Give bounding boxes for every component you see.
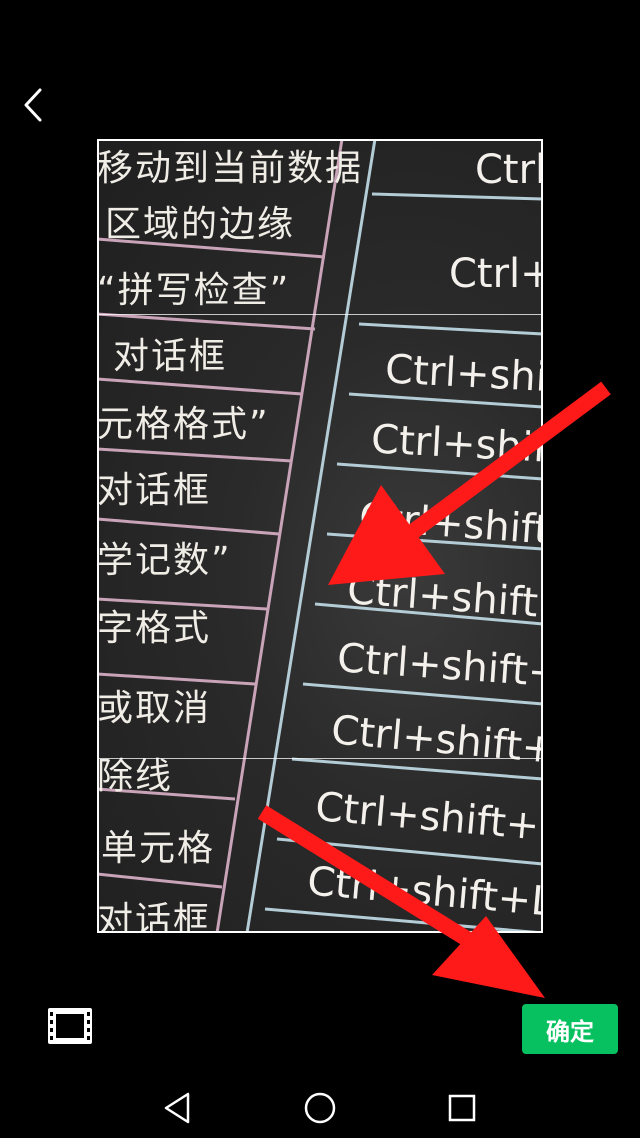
image-crop-screen: 移动到当前数据 区域的边缘 “拼写检查” 对话框 元格格式” 对话框 学记数” …	[0, 0, 640, 1138]
back-button[interactable]	[14, 80, 58, 130]
photo-right-text: Ctrl+shif	[369, 416, 543, 472]
photo-right-text: Ctrl+shif	[383, 346, 543, 402]
nav-home-button[interactable]	[300, 1088, 340, 1128]
photo-left-text: 学记数”	[97, 540, 232, 581]
photo-left-text: 对话框	[97, 900, 212, 933]
photo-left-text: 除线	[97, 756, 174, 797]
photo-left-text: 对话框	[113, 336, 228, 377]
crop-area[interactable]: 移动到当前数据 区域的边缘 “拼写检查” 对话框 元格格式” 对话框 学记数” …	[97, 139, 543, 933]
nav-back-triangle-icon	[164, 1092, 190, 1124]
nav-recents-square-icon	[448, 1094, 476, 1122]
photo-left-text: “拼写检查”	[97, 270, 291, 311]
system-nav-bar	[0, 1074, 640, 1138]
photo-left-text: 移动到当前数据	[97, 148, 364, 189]
photo-left-text: 对话框	[97, 470, 212, 511]
photo-right-text: Ctrl+	[449, 251, 543, 297]
photo-left-text: 区域的边缘	[105, 204, 296, 245]
photo-left-text: 元格格式”	[97, 404, 270, 445]
confirm-button[interactable]: 确定	[522, 1004, 618, 1054]
crop-ratio-icon	[48, 1008, 92, 1044]
crop-guide-line	[97, 758, 543, 759]
chevron-left-icon	[24, 88, 42, 122]
photo-right-text: Ctrl	[475, 147, 543, 193]
nav-back-button[interactable]	[158, 1088, 198, 1128]
photo-left-text: 单元格	[101, 828, 216, 869]
photo-left-text: 或取消	[97, 688, 212, 729]
crop-ratio-button[interactable]	[46, 1006, 94, 1046]
nav-recents-button[interactable]	[442, 1088, 482, 1128]
photo-left-text: 字格式	[97, 608, 212, 649]
nav-home-circle-icon	[304, 1092, 336, 1124]
photo-preview: 移动到当前数据 区域的边缘 “拼写检查” 对话框 元格格式” 对话框 学记数” …	[97, 139, 543, 933]
crop-guide-line	[97, 314, 543, 315]
